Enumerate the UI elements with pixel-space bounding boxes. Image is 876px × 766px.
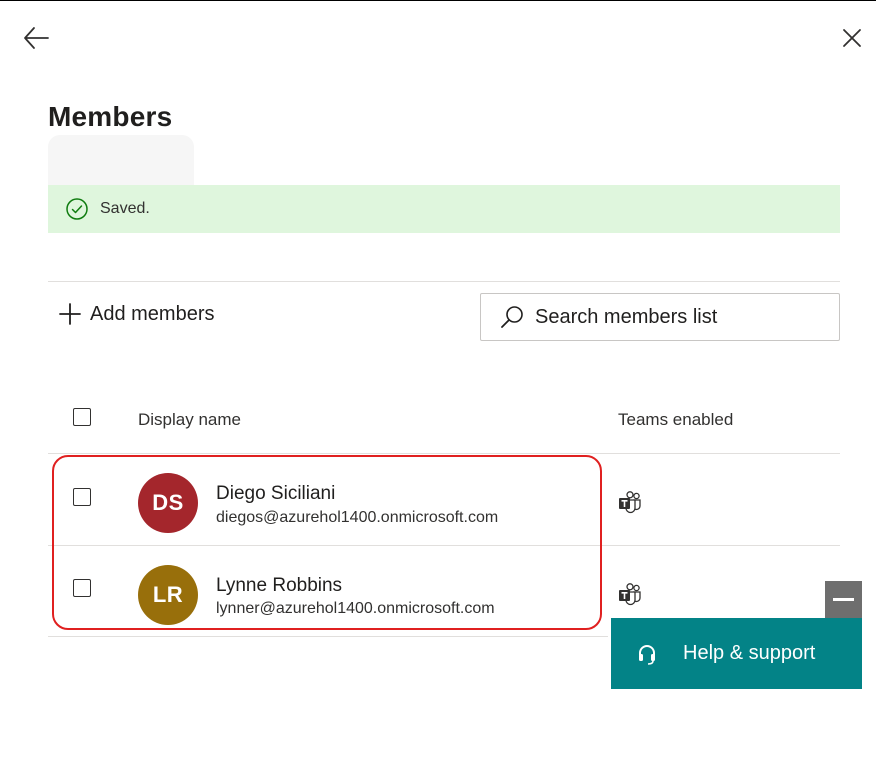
- row-checkbox-lynne[interactable]: [73, 579, 91, 597]
- member-email: lynner@azurehol1400.onmicrosoft.com: [216, 600, 495, 617]
- row-divider: [48, 636, 608, 637]
- column-header-teams-enabled[interactable]: Teams enabled: [618, 410, 733, 430]
- divider: [48, 281, 840, 282]
- page-title: Members: [48, 101, 173, 132]
- success-banner: Saved.: [48, 185, 840, 233]
- teams-icon: [617, 490, 643, 516]
- minimize-button[interactable]: [825, 581, 862, 618]
- member-name[interactable]: Lynne Robbins: [216, 575, 342, 597]
- row-divider: [48, 453, 840, 454]
- avatar: LR: [138, 565, 198, 625]
- member-name[interactable]: Diego Siciliani: [216, 483, 335, 505]
- teams-icon: [617, 582, 643, 608]
- headset-icon: [635, 642, 659, 666]
- row-divider: [48, 545, 840, 546]
- avatar: DS: [138, 473, 198, 533]
- top-border: [0, 0, 876, 1]
- minimize-icon: [833, 598, 854, 601]
- banner-message: Saved.: [100, 200, 150, 217]
- search-placeholder: Search members list: [535, 305, 718, 328]
- add-members-button[interactable]: Add members: [58, 302, 215, 326]
- search-icon: [499, 304, 525, 330]
- check-circle-icon: [66, 198, 88, 220]
- close-button[interactable]: [836, 22, 868, 54]
- back-button[interactable]: [20, 22, 52, 54]
- arrow-left-icon: [24, 27, 49, 49]
- column-header-display-name[interactable]: Display name: [138, 410, 241, 430]
- member-email: diegos@azurehol1400.onmicrosoft.com: [216, 509, 499, 526]
- row-checkbox-diego[interactable]: [73, 488, 91, 506]
- add-members-label: Add members: [90, 302, 215, 325]
- search-input[interactable]: Search members list: [480, 293, 840, 341]
- help-support-button[interactable]: Help & support: [611, 618, 862, 689]
- select-all-checkbox[interactable]: [73, 408, 91, 426]
- plus-icon: [58, 302, 82, 326]
- help-support-label: Help & support: [683, 642, 816, 664]
- close-icon: [843, 29, 861, 47]
